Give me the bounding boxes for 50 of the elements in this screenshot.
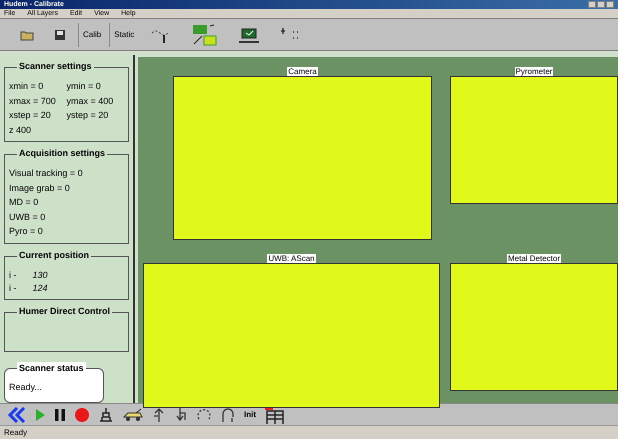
status-text: Ready... (9, 382, 42, 392)
view-title: Metal Detector (506, 254, 562, 263)
view-title: Camera (287, 67, 318, 76)
monitor-icon (238, 26, 260, 44)
control-button[interactable] (174, 406, 188, 422)
position-value: 130 (32, 268, 48, 282)
turn-icon (220, 406, 236, 422)
record-icon (74, 406, 90, 422)
down-arrow-icon (174, 406, 188, 422)
init-button[interactable]: Init (244, 408, 256, 420)
setting-text: Visual tracking = 0 (9, 167, 84, 180)
setting-text: Pyro = 0 (9, 225, 44, 238)
setting-text: ymin = 0 (66, 80, 102, 93)
control-button[interactable] (98, 406, 114, 422)
play-icon (34, 408, 46, 422)
layout-icon (192, 24, 218, 46)
toolbar-button[interactable]: Static (109, 22, 138, 46)
setting-text: xmin = 0 (9, 80, 44, 93)
robot-icon (98, 406, 114, 422)
up-arrow-icon (152, 406, 166, 422)
control-button[interactable] (152, 406, 166, 422)
group-title: Acquisition settings (17, 147, 108, 161)
vehicle-icon (122, 408, 144, 422)
maximize-button[interactable] (597, 1, 605, 8)
group-title: Current position (17, 248, 91, 262)
setting-text: UWB = 0 (9, 210, 46, 224)
control-button[interactable] (54, 408, 66, 422)
pause-icon (54, 408, 66, 422)
group-title: Scanner settings (17, 60, 94, 74)
setting-text: MD = 0 (9, 196, 40, 210)
save-icon (54, 28, 66, 40)
setting-text: Image grab = 0 (9, 182, 71, 195)
view-title: Pyrometer (514, 67, 554, 76)
setting-text: xmax = 700 (9, 94, 57, 108)
setting-text: ystep = 20 (66, 109, 110, 122)
folder-icon (20, 28, 34, 40)
view-title: UWB: AScan (267, 254, 316, 263)
setting-text: xstep = 20 (9, 109, 52, 122)
status-bar-text: Ready (4, 426, 28, 438)
position-value: 124 (32, 282, 48, 296)
rewind-icon (8, 406, 26, 422)
toolbar-button[interactable]: Calib (78, 22, 106, 46)
position-label: i - (9, 282, 16, 296)
setting-text: ymax = 400 (66, 94, 114, 108)
position-label: i - (9, 268, 16, 282)
close-button[interactable] (606, 1, 614, 8)
control-button[interactable] (122, 408, 144, 422)
control-button[interactable] (220, 406, 236, 422)
minimize-button[interactable] (588, 1, 596, 8)
setting-text: z 400 (9, 124, 32, 136)
